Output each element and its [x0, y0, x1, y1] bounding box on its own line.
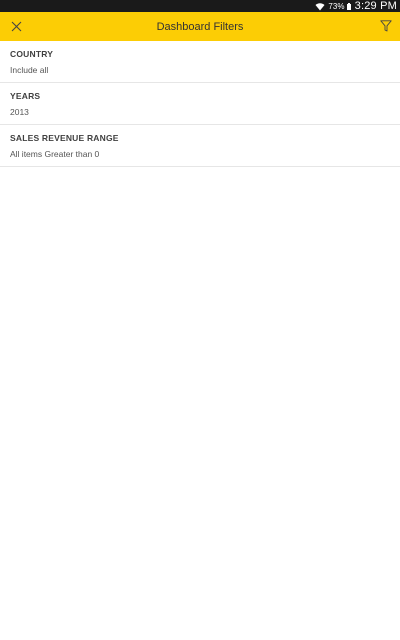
page-title: Dashboard Filters: [156, 20, 244, 33]
battery-percent: 73%: [328, 1, 345, 11]
status-bar: 73% 3:29 PM: [0, 0, 400, 12]
filter-label: SALES REVENUE RANGE: [10, 133, 119, 143]
filter-button[interactable]: [378, 18, 394, 34]
close-icon: [11, 21, 21, 31]
filter-value: All items Greater than 0: [10, 149, 100, 159]
status-time: 3:29 PM: [354, 0, 397, 12]
filter-label: YEARS: [10, 91, 41, 101]
filter-label: COUNTRY: [10, 49, 54, 59]
filter-list: COUNTRY Include all YEARS 2013 SALES REV…: [0, 41, 400, 167]
filter-item-sales-revenue-range[interactable]: SALES REVENUE RANGE All items Greater th…: [0, 125, 400, 167]
battery-icon: [346, 2, 351, 10]
filter-value: 2013: [10, 107, 29, 117]
filter-item-country[interactable]: COUNTRY Include all: [0, 41, 400, 83]
app-bar: Dashboard Filters: [0, 12, 400, 41]
filter-item-years[interactable]: YEARS 2013: [0, 83, 400, 125]
filter-value: Include all: [10, 65, 49, 75]
wifi-icon: [315, 2, 325, 11]
close-button[interactable]: [8, 18, 24, 34]
filter-icon: [380, 20, 392, 32]
